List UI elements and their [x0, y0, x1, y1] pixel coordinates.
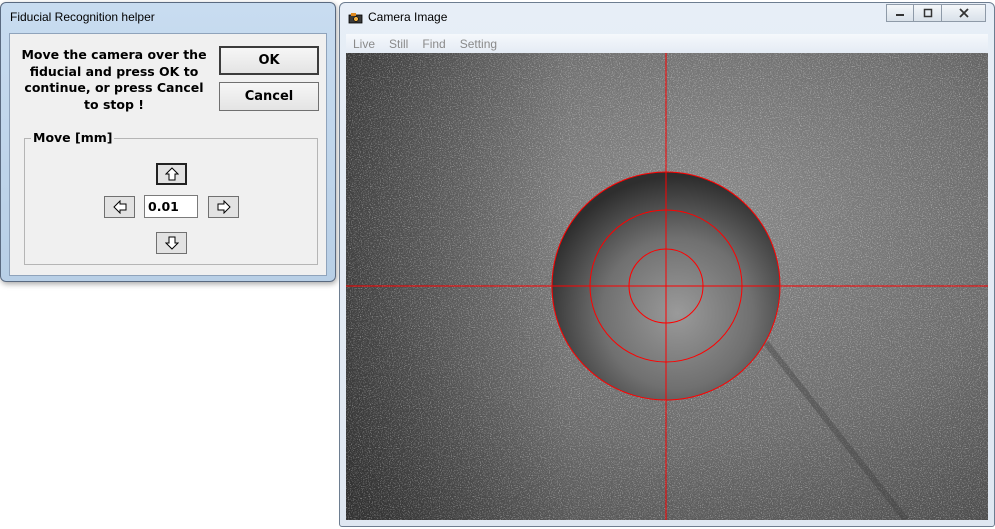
camera-viewport[interactable]	[346, 53, 988, 520]
arrow-left-icon	[112, 200, 126, 214]
close-button[interactable]	[942, 4, 986, 22]
close-icon	[958, 8, 969, 18]
camera-image-window: Camera Image Live Still Find Setting	[339, 2, 995, 527]
dialog-client-area: Move the camera over the fiducial and pr…	[9, 33, 327, 276]
minimize-icon	[896, 14, 904, 16]
dialog-title: Fiducial Recognition helper	[10, 10, 155, 24]
move-group: Move [mm]	[24, 130, 318, 265]
instructions-text: Move the camera over the fiducial and pr…	[21, 47, 207, 112]
caption-buttons	[886, 4, 986, 22]
arrow-down-icon	[164, 236, 179, 250]
move-down-button[interactable]	[156, 232, 187, 254]
arrow-right-icon	[217, 200, 231, 214]
camera-feed-image	[346, 53, 988, 520]
fiducial-helper-dialog: Fiducial Recognition helper Move the cam…	[0, 2, 336, 282]
arrow-up-icon	[164, 167, 179, 181]
move-group-label: Move [mm]	[31, 130, 115, 145]
menu-setting[interactable]: Setting	[453, 37, 504, 51]
minimize-button[interactable]	[886, 4, 914, 22]
ok-button[interactable]: OK	[219, 46, 319, 75]
camera-menubar: Live Still Find Setting	[346, 34, 988, 53]
step-size-input[interactable]	[144, 195, 198, 218]
menu-still[interactable]: Still	[382, 37, 415, 51]
maximize-icon	[923, 8, 932, 18]
menu-find[interactable]: Find	[415, 37, 452, 51]
move-left-button[interactable]	[104, 196, 135, 218]
camera-window-title: Camera Image	[368, 10, 448, 24]
maximize-button[interactable]	[914, 4, 942, 22]
move-up-button[interactable]	[156, 163, 187, 185]
menu-live[interactable]: Live	[346, 37, 382, 51]
camera-icon	[348, 13, 363, 24]
cancel-button[interactable]: Cancel	[219, 82, 319, 111]
move-right-button[interactable]	[208, 196, 239, 218]
